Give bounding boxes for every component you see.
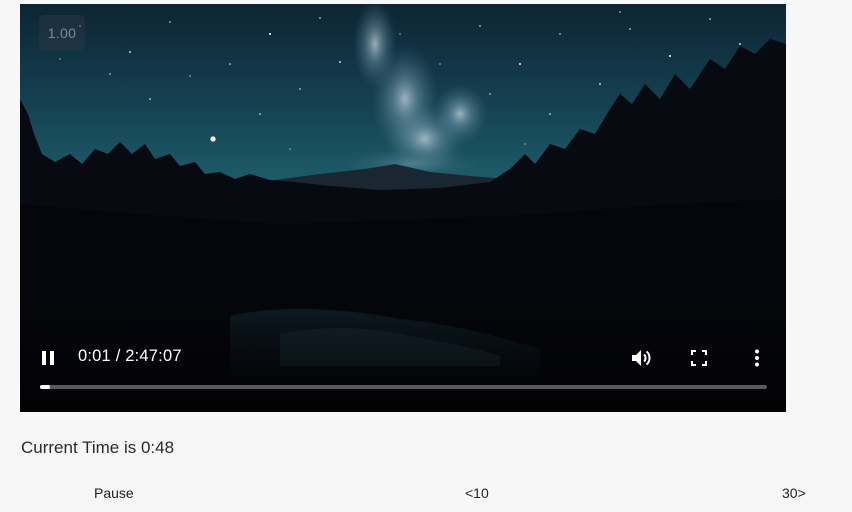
fullscreen-button[interactable]: [687, 346, 711, 370]
progress-bar[interactable]: [40, 385, 767, 389]
forward-30-button[interactable]: 30>: [782, 485, 806, 501]
current-time-text: Current Time is 0:48: [21, 438, 175, 457]
volume-icon: [632, 350, 651, 366]
volume-button[interactable]: [628, 345, 654, 371]
pause-button[interactable]: Pause: [94, 485, 134, 501]
page: 1.00 0:01 / 2:47:07 Current Time is 0:48…: [0, 0, 852, 512]
fullscreen-icon: [691, 350, 707, 366]
play-pause-button[interactable]: [36, 346, 60, 370]
progress-fill: [40, 385, 51, 389]
more-vert-icon: [755, 349, 759, 367]
time-display: 0:01 / 2:47:07: [78, 347, 182, 365]
playback-rate-badge[interactable]: 1.00: [39, 15, 85, 51]
video-player[interactable]: 1.00 0:01 / 2:47:07: [20, 4, 786, 412]
rewind-10-button[interactable]: <10: [465, 485, 489, 501]
pause-icon: [42, 351, 54, 365]
more-options-button[interactable]: [746, 346, 768, 370]
